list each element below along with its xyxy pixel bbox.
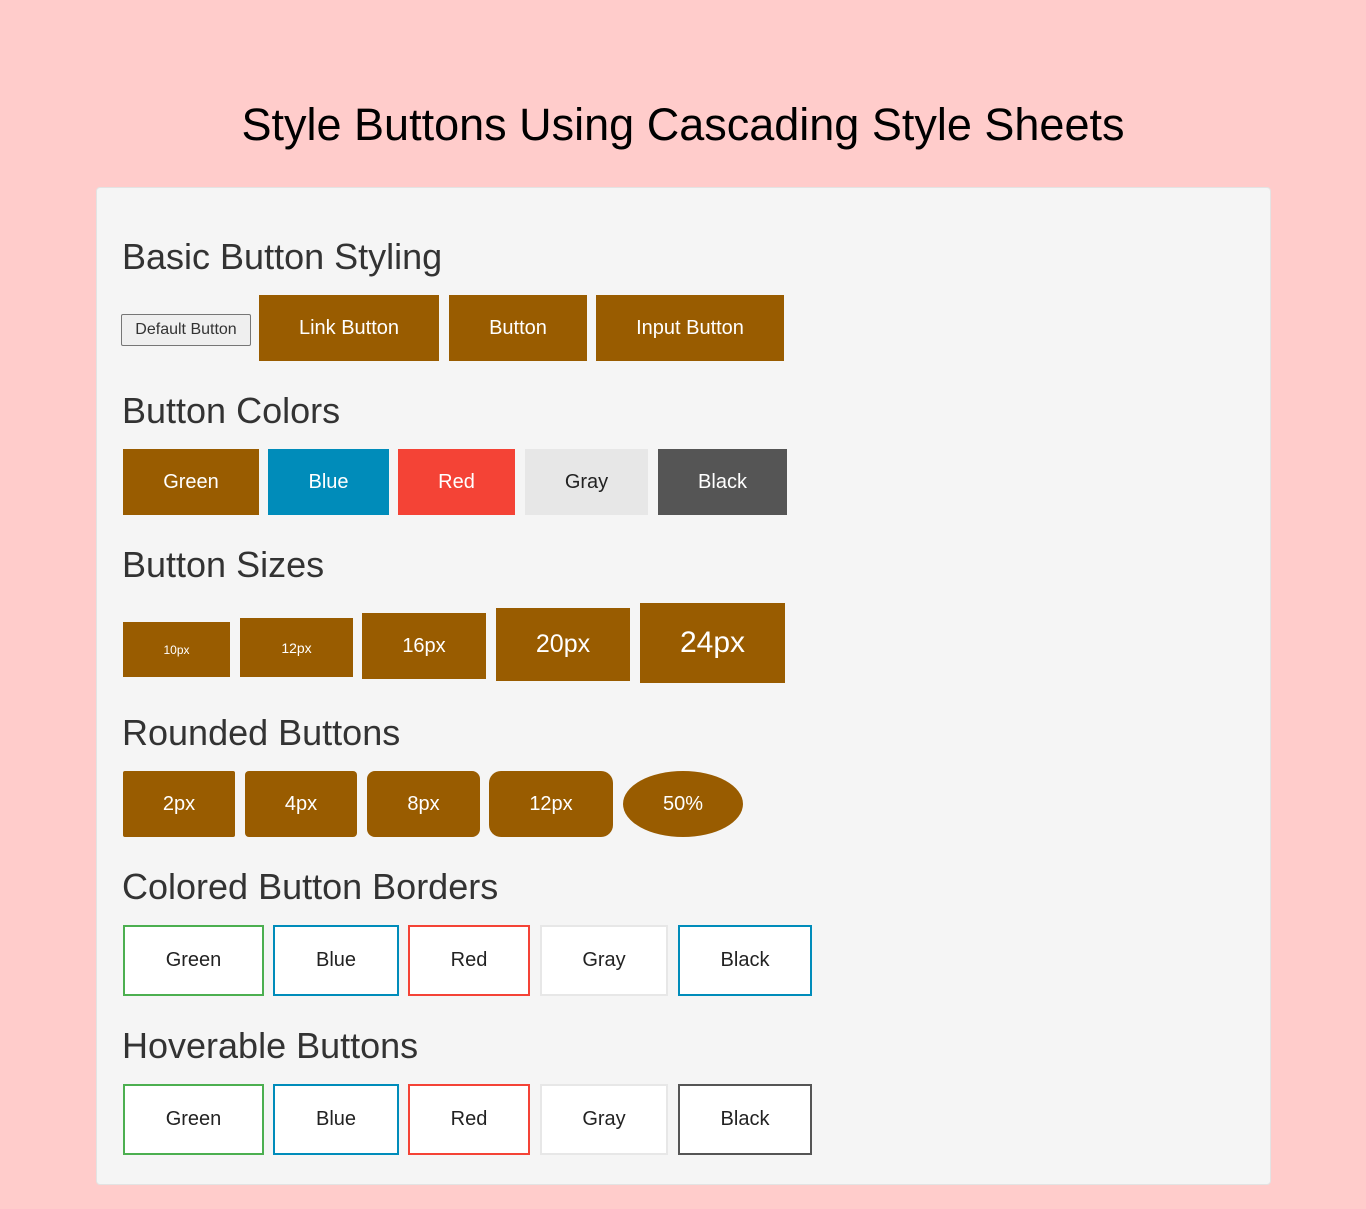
- hover-gray-button[interactable]: Gray: [540, 1084, 668, 1155]
- size-20px-button[interactable]: 20px: [496, 608, 630, 681]
- border-blue-button[interactable]: Blue: [273, 925, 399, 996]
- color-red-button[interactable]: Red: [398, 449, 515, 515]
- plain-button[interactable]: Button: [449, 295, 587, 361]
- border-black-button[interactable]: Black: [678, 925, 812, 996]
- size-16px-button[interactable]: 16px: [362, 613, 486, 679]
- hover-green-button[interactable]: Green: [123, 1084, 264, 1155]
- rounded-2px-button[interactable]: 2px: [123, 771, 235, 837]
- size-24px-button[interactable]: 24px: [640, 603, 785, 683]
- rounded-8px-button[interactable]: 8px: [367, 771, 480, 837]
- hover-blue-button[interactable]: Blue: [273, 1084, 399, 1155]
- border-green-button[interactable]: Green: [123, 925, 264, 996]
- heading-button-sizes: Button Sizes: [122, 544, 325, 585]
- hover-red-button[interactable]: Red: [408, 1084, 530, 1155]
- heading-button-colors: Button Colors: [122, 390, 341, 431]
- page-title: Style Buttons Using Cascading Style Shee…: [241, 99, 1125, 150]
- size-12px-button[interactable]: 12px: [240, 618, 353, 677]
- color-black-button[interactable]: Black: [658, 449, 787, 515]
- default-button[interactable]: Default Button: [121, 314, 251, 346]
- hover-black-button[interactable]: Black: [678, 1084, 812, 1155]
- content-panel: Basic Button Styling Default Button Link…: [96, 187, 1271, 1185]
- input-button[interactable]: Input Button: [596, 295, 784, 361]
- rounded-50-percent-button[interactable]: 50%: [623, 771, 743, 837]
- heading-rounded-buttons: Rounded Buttons: [122, 712, 401, 753]
- heading-hoverable-buttons: Hoverable Buttons: [122, 1025, 419, 1066]
- heading-colored-button-borders: Colored Button Borders: [122, 866, 499, 907]
- color-blue-button[interactable]: Blue: [268, 449, 389, 515]
- link-button[interactable]: Link Button: [259, 295, 439, 361]
- heading-basic-button-styling: Basic Button Styling: [122, 236, 443, 277]
- size-10px-button[interactable]: 10px: [123, 622, 230, 677]
- rounded-12px-button[interactable]: 12px: [489, 771, 613, 837]
- border-red-button[interactable]: Red: [408, 925, 530, 996]
- border-gray-button[interactable]: Gray: [540, 925, 668, 996]
- color-gray-button[interactable]: Gray: [525, 449, 648, 515]
- color-green-button[interactable]: Green: [123, 449, 259, 515]
- rounded-4px-button[interactable]: 4px: [245, 771, 357, 837]
